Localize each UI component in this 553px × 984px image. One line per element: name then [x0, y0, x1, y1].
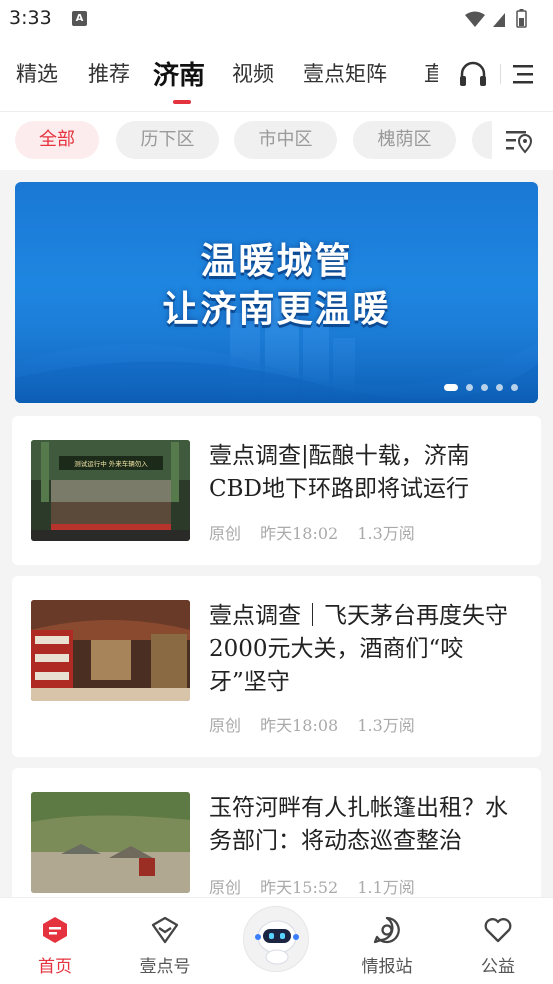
carousel-dot: [466, 384, 473, 391]
tab-matrix[interactable]: 壹点矩阵: [303, 58, 387, 88]
menu-icon[interactable]: [511, 62, 535, 90]
radar-icon: [373, 916, 400, 944]
chip-all[interactable]: 全部: [15, 121, 99, 159]
active-tab-indicator: [173, 100, 191, 104]
carousel-dot: [496, 384, 503, 391]
home-icon: [43, 917, 67, 943]
headphone-icon[interactable]: [458, 60, 488, 92]
tab-featured[interactable]: 精选: [16, 58, 58, 88]
ai-assistant-button[interactable]: [243, 906, 309, 972]
bottom-tab-label: 情报站: [361, 957, 413, 977]
chip-shizhong[interactable]: 市中区: [234, 121, 337, 159]
status-time: 3:33: [9, 7, 52, 29]
diamond-icon: [151, 916, 179, 944]
article-reads: 1.3万阅: [357, 716, 415, 735]
article-title: 壹点调查|酝酿十载，济南CBD地下环路即将试运行: [209, 443, 470, 502]
bottom-navigation: 首页 壹点号 情报站 公益: [0, 897, 553, 984]
bottom-tab-label: 壹点号: [139, 957, 191, 977]
article-card[interactable]: 壹点调查｜飞天茅台再度失守2000元大关，酒商们“咬牙”坚守 原创 昨天18:0…: [12, 576, 541, 757]
robot-icon: [255, 920, 299, 965]
channel-tabs: 精选 推荐 济南 视频 壹点矩阵 直: [0, 38, 553, 112]
tab-recommended[interactable]: 推荐: [88, 58, 130, 88]
thumb-sign-text: 测试运行中 外来车辆勿入: [74, 459, 148, 468]
bottom-tab-intel[interactable]: 情报站: [347, 916, 427, 977]
banner-title-line1: 温暖城管: [200, 241, 353, 282]
article-reads: 1.1万阅: [357, 878, 415, 897]
article-time: 昨天15:52: [260, 878, 339, 897]
carousel-indicator: [444, 384, 518, 391]
article-title: 壹点调查｜飞天茅台再度失守2000元大关，酒商们“咬牙”坚守: [209, 603, 508, 695]
bottom-tab-home[interactable]: 首页: [15, 916, 95, 977]
article-title: 玉符河畔有人扎帐篷出租？水务部门：将动态巡查整治: [209, 795, 508, 854]
article-card[interactable]: 测试运行中 外来车辆勿入 壹点调查|酝酿十载，济南CBD地下环路即将试运行 原创…: [12, 416, 541, 565]
article-meta: 原创 昨天18:08 1.3万阅: [209, 712, 425, 736]
carousel-dot: [444, 384, 458, 391]
bottom-tab-charity[interactable]: 公益: [458, 916, 538, 977]
article-source: 原创: [209, 716, 242, 735]
banner-carousel[interactable]: 温暖城管 让济南更温暖: [15, 182, 538, 403]
article-thumbnail: [31, 600, 190, 701]
carousel-dot: [481, 384, 488, 391]
article-source: 原创: [209, 878, 242, 897]
status-bar: 3:33 A: [0, 0, 553, 38]
notification-icon: A: [72, 11, 87, 26]
chip-more[interactable]: [472, 121, 492, 159]
location-filter-icon[interactable]: [504, 127, 534, 159]
district-filter-bar: 全部 历下区 市中区 槐荫区: [0, 112, 553, 170]
article-meta: 原创 昨天18:02 1.3万阅: [209, 520, 425, 544]
wifi-signal-battery-icon: [465, 9, 527, 28]
article-thumbnail: [31, 792, 190, 893]
bottom-tab-label: 首页: [38, 957, 72, 977]
article-time: 昨天18:02: [260, 524, 339, 543]
article-time: 昨天18:08: [260, 716, 339, 735]
article-meta: 原创 昨天15:52 1.1万阅: [209, 874, 425, 898]
tab-jinan[interactable]: 济南: [153, 55, 205, 92]
status-icons: [461, 9, 541, 33]
bottom-tab-yidianhao[interactable]: 壹点号: [125, 916, 205, 977]
chip-lixia[interactable]: 历下区: [116, 121, 219, 159]
carousel-dot: [511, 384, 518, 391]
tab-live[interactable]: 直: [424, 58, 438, 88]
tab-video[interactable]: 视频: [232, 58, 274, 88]
article-reads: 1.3万阅: [357, 524, 415, 543]
article-source: 原创: [209, 524, 242, 543]
chip-huaiyin[interactable]: 槐荫区: [353, 121, 456, 159]
heart-icon: [484, 918, 512, 943]
banner-title-line2: 让济南更温暖: [162, 289, 391, 330]
article-thumbnail: 测试运行中 外来车辆勿入: [31, 440, 190, 541]
article-card[interactable]: 玉符河畔有人扎帐篷出租？水务部门：将动态巡查整治 原创 昨天15:52 1.1万…: [12, 768, 541, 908]
nav-divider: [500, 64, 501, 84]
bottom-tab-label: 公益: [481, 957, 515, 977]
